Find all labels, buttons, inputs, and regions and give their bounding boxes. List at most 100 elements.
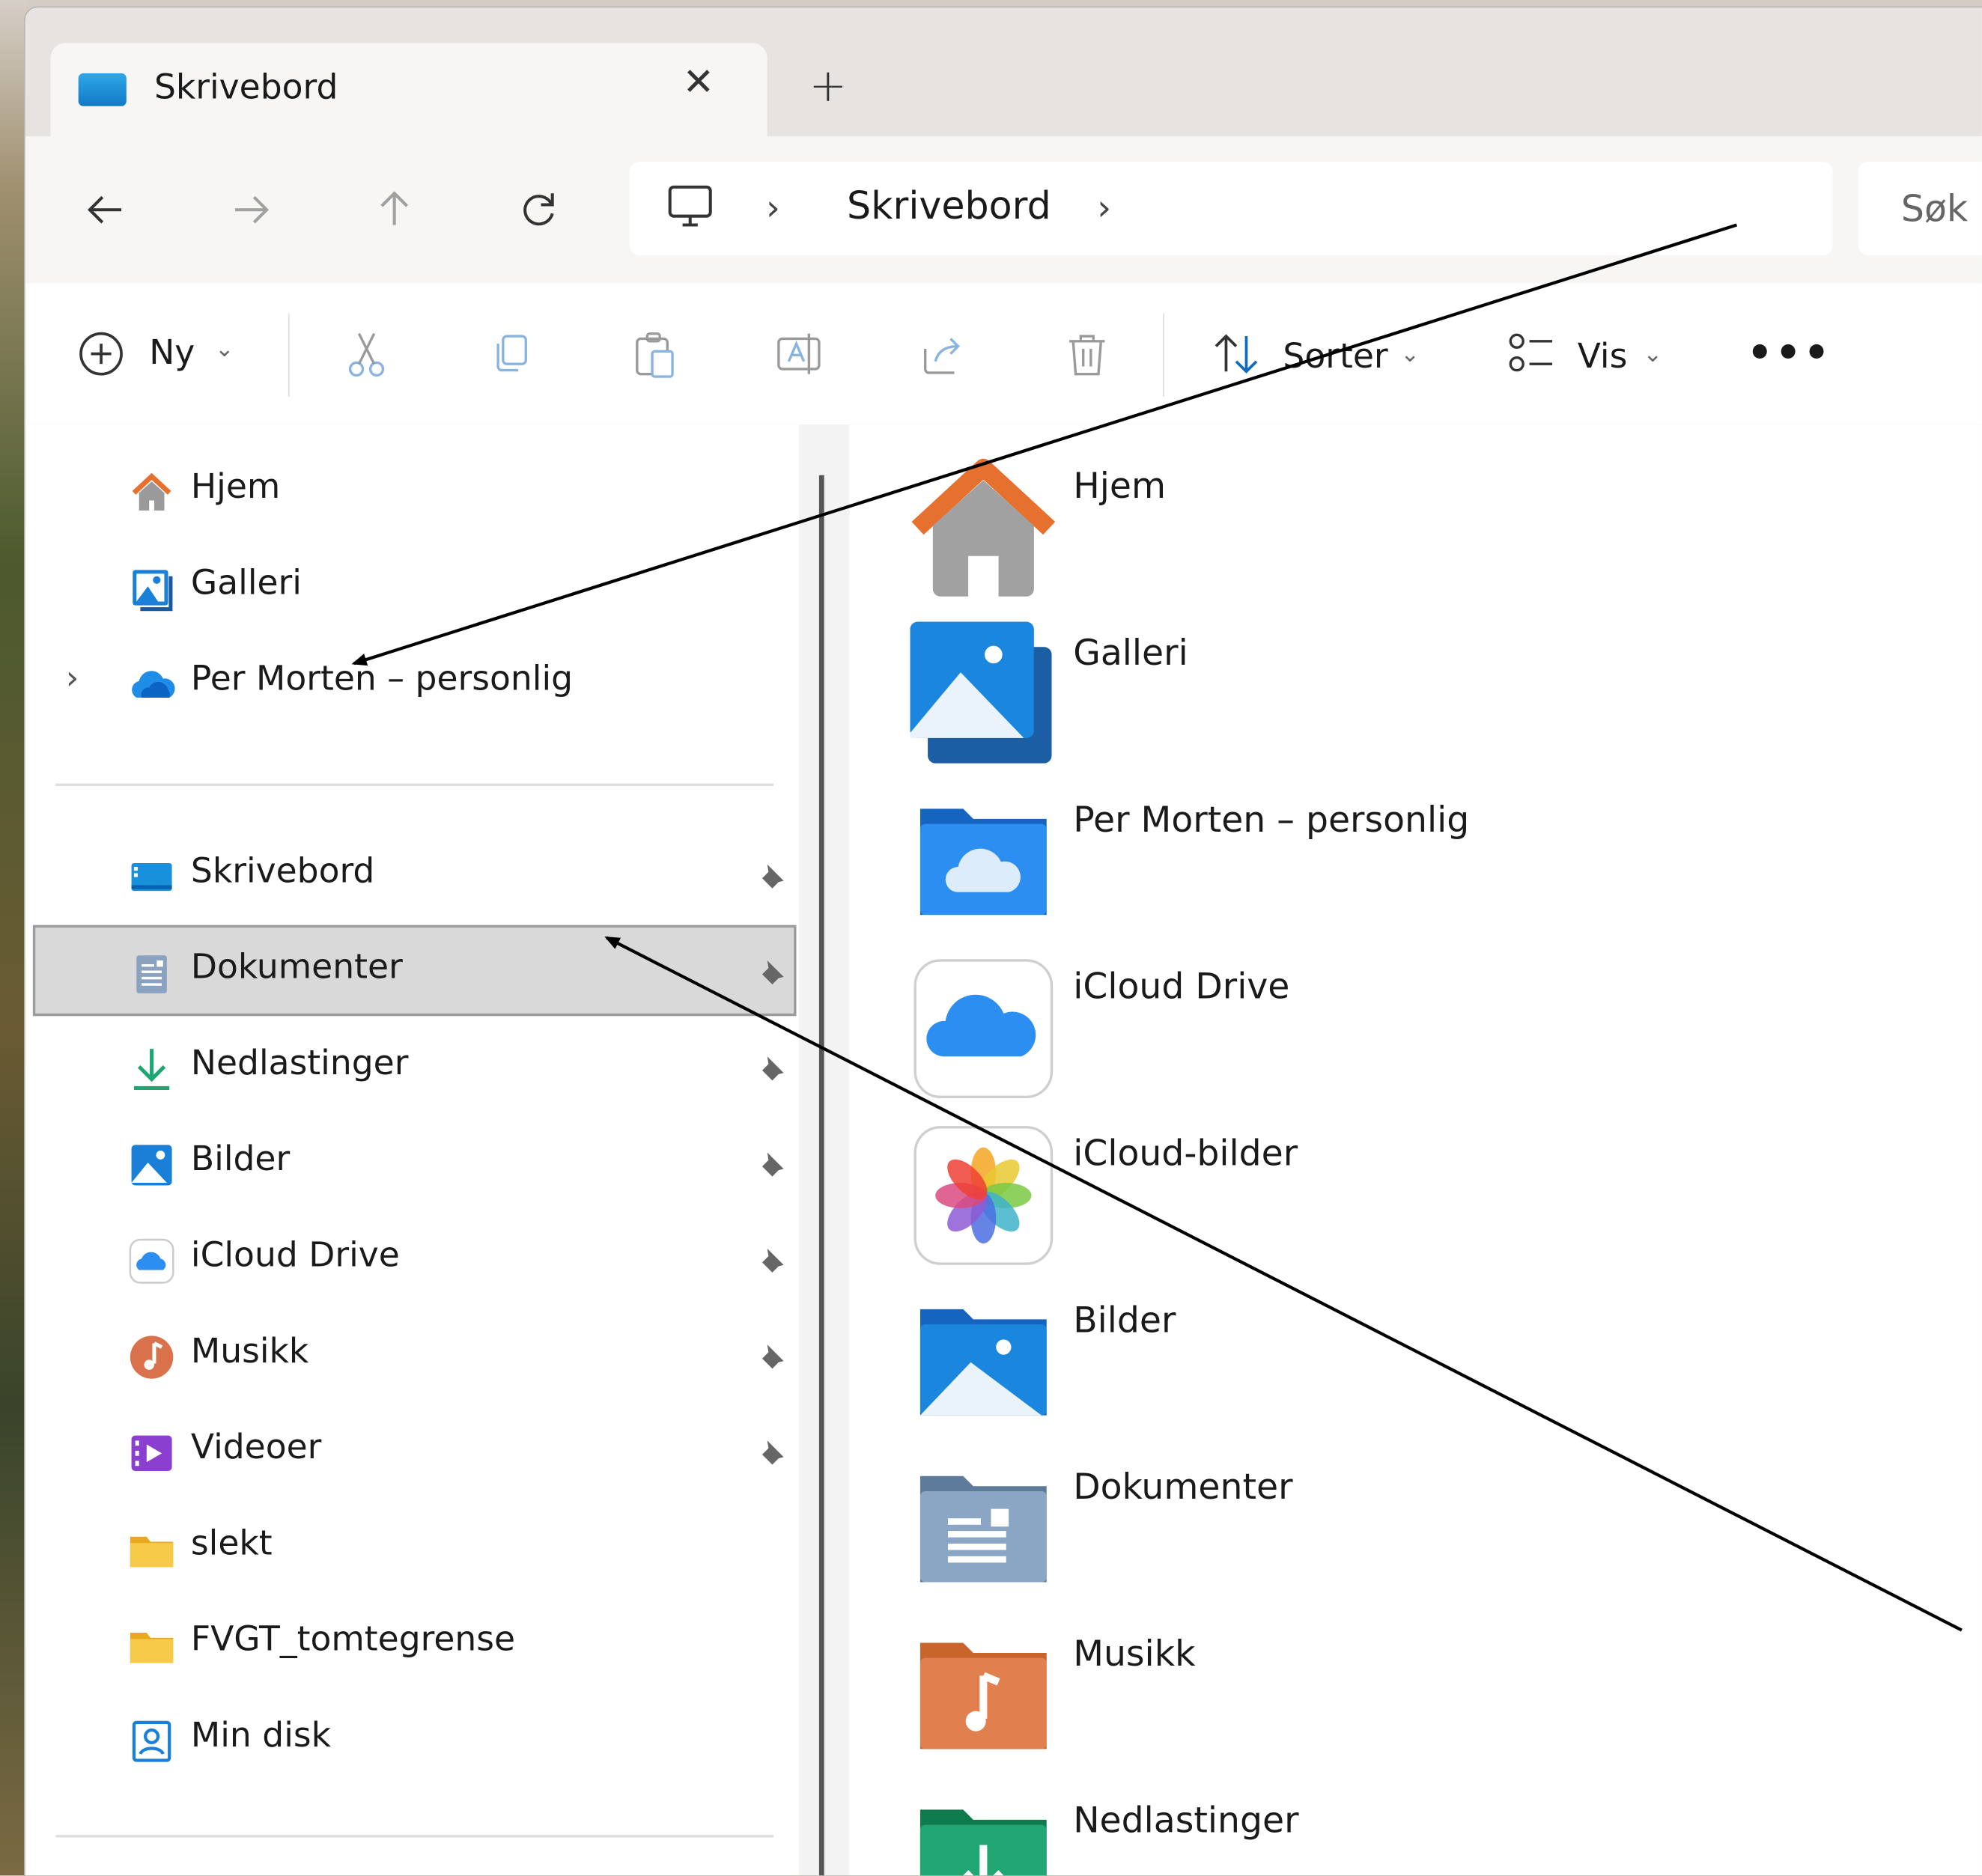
pin-icon[interactable]	[753, 1241, 791, 1279]
file-explorer-window: Skrivebord ✕ + › Skrivebord › Søk Ny ⌄ S…	[25, 7, 1982, 1876]
divider	[55, 783, 774, 786]
address-bar[interactable]: › Skrivebord ›	[629, 162, 1833, 255]
close-tab-button[interactable]: ✕	[683, 61, 714, 105]
sidebar-item-videoer[interactable]: Videoer	[33, 1405, 797, 1496]
pictures-folder-icon	[910, 1289, 1057, 1436]
sort-icon	[1215, 334, 1258, 374]
sidebar-item-min-disk[interactable]: Min disk	[33, 1693, 797, 1785]
content-item-bilder[interactable]: Bilder	[910, 1289, 1972, 1441]
music-folder-icon	[910, 1623, 1057, 1770]
content-item-galleri[interactable]: Galleri	[910, 621, 1972, 774]
sidebar-item-icloud-drive[interactable]: iCloud Drive	[33, 1213, 797, 1305]
onedrive-icon	[127, 660, 177, 710]
sort-button[interactable]	[1209, 326, 1264, 382]
folder-icon	[127, 1524, 177, 1575]
sidebar-item-label: Bilder	[190, 1139, 291, 1179]
sidebar-item-bilder[interactable]: Bilder	[33, 1117, 797, 1208]
content-item-label: Dokumenter	[1073, 1466, 1293, 1508]
user-folder-icon	[127, 1716, 177, 1767]
delete-button[interactable]	[1060, 326, 1115, 382]
expand-chevron-icon[interactable]: ›	[66, 660, 79, 698]
back-button[interactable]	[79, 182, 134, 237]
sidebar-item-musikk[interactable]: Musikk	[33, 1309, 797, 1401]
content-item-label: Galleri	[1073, 632, 1188, 674]
sidebar-item-label: Nedlastinger	[190, 1044, 409, 1083]
sidebar-item-onedrive[interactable]: › Per Morten – personlig	[33, 637, 797, 728]
content-item-hjem[interactable]: Hjem	[910, 455, 1972, 607]
icloud-icon	[127, 1236, 177, 1287]
pin-icon[interactable]	[753, 857, 791, 895]
downloads-folder-icon	[910, 1789, 1057, 1876]
up-arrow-icon	[380, 191, 409, 225]
pin-icon[interactable]	[753, 1337, 791, 1375]
sidebar-item-slekt[interactable]: slekt	[33, 1501, 797, 1592]
content-item-dokumenter[interactable]: Dokumenter	[910, 1456, 1972, 1608]
icloud-photos-icon	[910, 1122, 1057, 1269]
sidebar-item-label: Hjem	[190, 467, 281, 507]
gallery-icon	[127, 564, 177, 615]
pin-icon[interactable]	[753, 1433, 791, 1471]
copy-icon	[496, 335, 527, 372]
pane-splitter[interactable]	[798, 424, 850, 1876]
tab-skrivebord[interactable]: Skrivebord ✕	[50, 43, 767, 137]
folder-icon	[127, 1620, 177, 1671]
pin-icon[interactable]	[753, 1049, 791, 1087]
navigation-bar: › Skrivebord › Søk	[25, 136, 1982, 284]
copy-button[interactable]	[483, 326, 538, 382]
home-icon	[910, 455, 1057, 602]
sidebar-item-label: Skrivebord	[190, 851, 375, 892]
content-item-icloud-bilder[interactable]: iCloud-bilder	[910, 1122, 1972, 1274]
back-arrow-icon	[87, 195, 122, 224]
sidebar-item-label: Galleri	[190, 563, 302, 603]
sidebar-item-skrivebord[interactable]: Skrivebord	[33, 829, 797, 920]
forward-arrow-icon	[234, 195, 270, 224]
content-item-label: Nedlastinger	[1073, 1799, 1299, 1842]
pin-icon[interactable]	[753, 953, 791, 991]
view-layout-icon	[1509, 333, 1552, 372]
screen: Skrivebord ✕ + › Skrivebord › Søk Ny ⌄ S…	[0, 0, 1982, 1876]
trash-icon	[1069, 335, 1105, 376]
forward-button[interactable]	[222, 182, 278, 237]
divider	[288, 313, 290, 398]
content-item-icloud-drive[interactable]: iCloud Drive	[910, 955, 1972, 1107]
more-options-button[interactable]: •••	[1747, 329, 1832, 377]
content-item-onedrive[interactable]: Per Morten – personlig	[910, 788, 1972, 940]
scrollbar-thumb[interactable]	[818, 475, 824, 1876]
sidebar-item-hjem[interactable]: Hjem	[33, 445, 797, 536]
view-label[interactable]: Vis	[1578, 338, 1628, 377]
navigation-pane: Hjem Galleri › Per Morten – personlig Sk…	[25, 424, 799, 1876]
search-input[interactable]: Søk	[1858, 162, 1982, 255]
content-item-label: iCloud-bilder	[1073, 1132, 1298, 1175]
clipboard-icon	[636, 332, 674, 378]
breadcrumb-chevron[interactable]: ›	[1097, 187, 1111, 229]
sort-label[interactable]: Sorter	[1283, 338, 1387, 377]
home-icon	[127, 468, 177, 519]
chevron-down-icon: ⌄	[214, 336, 234, 363]
share-button[interactable]	[915, 326, 970, 382]
content-item-musikk[interactable]: Musikk	[910, 1623, 1972, 1775]
rename-button[interactable]	[771, 326, 827, 382]
pin-icon[interactable]	[753, 1145, 791, 1183]
search-placeholder: Søk	[1900, 186, 1969, 231]
new-tab-button[interactable]: +	[809, 61, 847, 112]
plus-circle-icon	[79, 332, 123, 376]
divider	[1163, 313, 1164, 398]
breadcrumb-chevron[interactable]: ›	[766, 187, 780, 229]
up-button[interactable]	[367, 182, 422, 237]
sidebar-item-fvgt-tomtegrense[interactable]: FVGT_tomtegrense	[33, 1598, 797, 1689]
sidebar-item-nedlastinger[interactable]: Nedlastinger	[33, 1021, 797, 1112]
documents-folder-icon	[910, 1456, 1057, 1603]
sidebar-item-label: slekt	[190, 1523, 273, 1564]
new-label: Ny	[149, 333, 195, 373]
sidebar-item-galleri[interactable]: Galleri	[33, 541, 797, 633]
breadcrumb-skrivebord[interactable]: Skrivebord	[847, 184, 1051, 228]
tab-bar: Skrivebord ✕ +	[25, 7, 1982, 137]
content-item-nedlastinger[interactable]: Nedlastinger	[910, 1789, 1972, 1876]
view-button[interactable]	[1504, 326, 1560, 382]
sidebar-item-dokumenter[interactable]: Dokumenter	[32, 925, 797, 1017]
new-button[interactable]: Ny ⌄	[76, 329, 234, 384]
paste-button[interactable]	[627, 326, 682, 382]
refresh-button[interactable]	[511, 182, 566, 237]
rename-icon	[777, 333, 821, 374]
cut-button[interactable]	[338, 326, 394, 382]
